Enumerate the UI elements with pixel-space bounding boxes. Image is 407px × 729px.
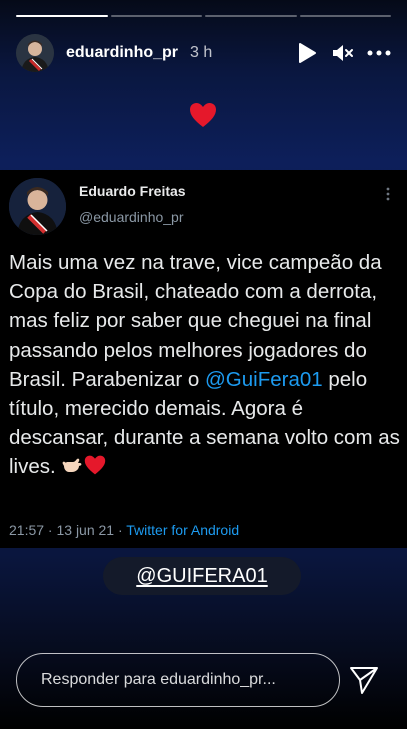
- tweet-meta: 21:57 · 13 jun 21 · Twitter for Android: [9, 522, 239, 538]
- play-icon[interactable]: [295, 41, 319, 65]
- story-header: eduardinho_pr 3 h: [16, 33, 391, 73]
- mention-sticker-label: @GUIFERA01: [136, 564, 268, 587]
- call-me-hand-emoji: [61, 454, 83, 484]
- tweet-source-link[interactable]: Twitter for Android: [126, 522, 239, 538]
- mute-icon[interactable]: [331, 41, 355, 65]
- tweet-text: Mais uma vez na trave, vice campeão da C…: [9, 248, 404, 485]
- reply-input[interactable]: [17, 654, 339, 706]
- progress-segment: [205, 15, 297, 17]
- profile-avatar[interactable]: [16, 34, 54, 72]
- story-controls: [295, 41, 391, 65]
- reply-field[interactable]: [16, 653, 340, 707]
- story-progress-bar: [16, 15, 391, 17]
- progress-segment: [110, 15, 202, 17]
- story-username[interactable]: eduardinho_pr: [66, 44, 178, 62]
- mention-sticker[interactable]: @GUIFERA01: [103, 557, 301, 595]
- progress-segment: [16, 15, 108, 17]
- tweet-more-icon: [385, 186, 391, 202]
- tweet-author-name: Eduardo Freitas: [79, 183, 186, 199]
- tweet-avatar: [9, 178, 66, 235]
- tweet-timestamp: 21:57 · 13 jun 21 ·: [9, 522, 127, 538]
- story-time: 3 h: [190, 44, 213, 61]
- progress-segment: [299, 15, 391, 17]
- tweet-card[interactable]: Eduardo Freitas @eduardinho_pr Mais uma …: [0, 170, 407, 548]
- red-heart-emoji: [83, 454, 107, 484]
- tweet-author-handle: @eduardinho_pr: [79, 209, 184, 225]
- more-icon[interactable]: [367, 41, 391, 65]
- send-icon[interactable]: [347, 662, 381, 696]
- heart-icon: [188, 100, 218, 130]
- tweet-mention-link[interactable]: @GuiFera01: [205, 368, 323, 391]
